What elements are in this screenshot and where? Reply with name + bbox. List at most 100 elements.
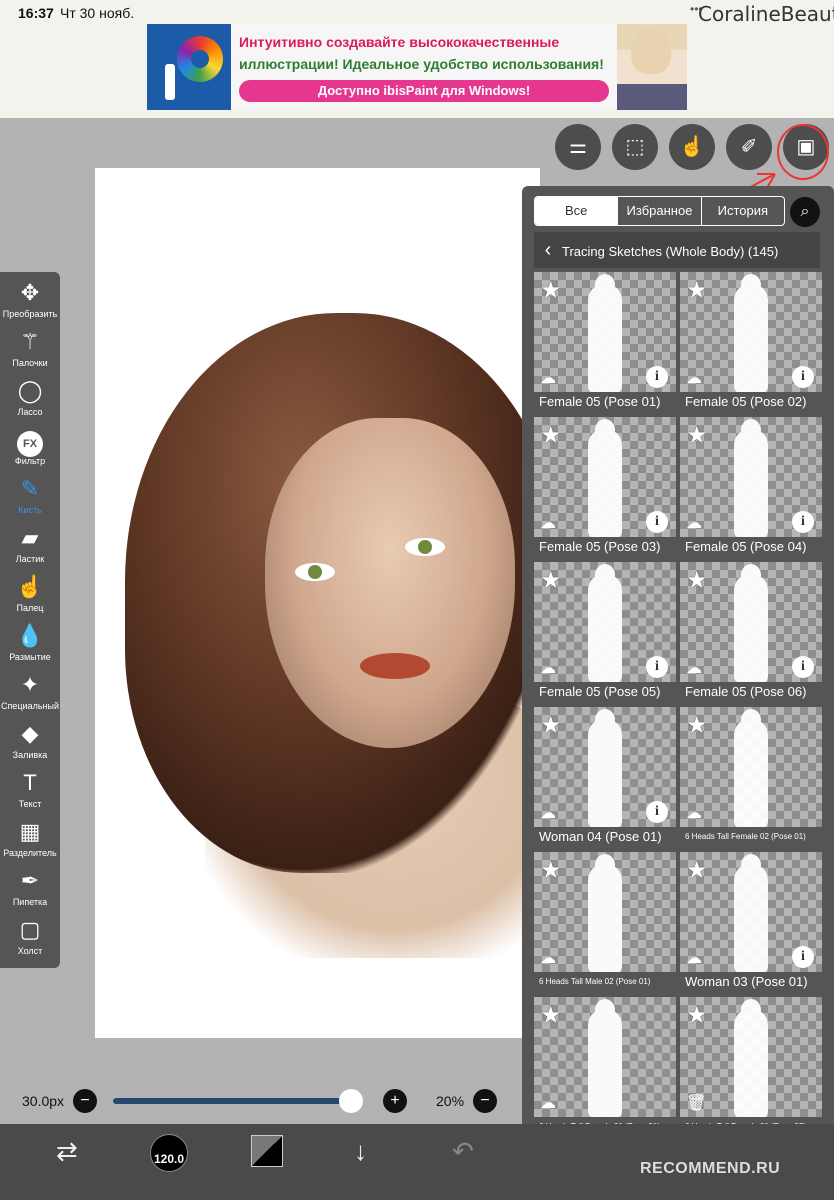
tool-brush[interactable]: ✎ Кисть bbox=[0, 472, 60, 521]
material-item-name: Female 05 (Pose 04) bbox=[680, 537, 822, 557]
pose-figure bbox=[734, 274, 768, 394]
material-item[interactable]: ★ ☁ 6 Heads Tall Female 02 (Pose 01) bbox=[680, 707, 822, 847]
pose-figure bbox=[588, 564, 622, 684]
size-plus-button[interactable]: + bbox=[383, 1089, 407, 1113]
tool-frame-divider[interactable]: ▦ Разделитель bbox=[0, 815, 60, 864]
cloud-download-icon[interactable]: ☁ bbox=[540, 513, 556, 533]
chevron-left-icon[interactable]: ‹ bbox=[534, 232, 562, 268]
material-item[interactable]: ★🗑6 Heads Tall Female 01 (Pose 02) bbox=[680, 997, 822, 1137]
material-item[interactable]: ★ ☁ i Female 05 (Pose 04) bbox=[680, 417, 822, 557]
star-icon[interactable]: ★ bbox=[540, 421, 562, 450]
painting-lips bbox=[360, 653, 430, 679]
tool-canvas[interactable]: ▢ Холст bbox=[0, 913, 60, 962]
star-icon[interactable]: ★ bbox=[540, 276, 562, 305]
undo-icon[interactable]: ↶ bbox=[452, 1136, 474, 1167]
size-minus-button[interactable]: − bbox=[73, 1089, 97, 1113]
material-item[interactable]: ★☁6 Heads Tall Female 01 (Pose 01) bbox=[534, 997, 676, 1137]
info-icon[interactable]: i bbox=[792, 366, 814, 388]
info-icon[interactable]: i bbox=[792, 511, 814, 533]
tab-history[interactable]: История bbox=[700, 197, 784, 225]
tool-smudge[interactable]: ☝ Палец bbox=[0, 570, 60, 619]
move-icon: ✥ bbox=[20, 280, 40, 305]
tool-special[interactable]: ✦ Специальный bbox=[0, 668, 60, 717]
material-item[interactable]: ★ ☁ i Female 05 (Pose 06) bbox=[680, 562, 822, 702]
cloud-download-icon[interactable]: ☁ bbox=[540, 368, 556, 388]
cloud-download-icon[interactable]: ☁ bbox=[686, 948, 702, 968]
info-icon[interactable]: i bbox=[792, 656, 814, 678]
cloud-download-icon[interactable]: ☁ bbox=[686, 658, 702, 678]
toggle-button[interactable]: ⚌ bbox=[555, 124, 601, 170]
pose-figure bbox=[734, 564, 768, 684]
painting-eye-right bbox=[405, 538, 445, 556]
cloud-download-icon[interactable]: ☁ bbox=[686, 368, 702, 388]
breadcrumb[interactable]: ‹ Tracing Sketches (Whole Body) (145) bbox=[534, 232, 820, 268]
star-icon[interactable]: ★ bbox=[540, 566, 562, 595]
info-icon[interactable]: i bbox=[646, 656, 668, 678]
tool-lasso[interactable]: ◯ Лассо bbox=[0, 374, 60, 423]
ad-banner[interactable]: Интуитивно создавайте высококачественные… bbox=[147, 24, 687, 110]
material-item[interactable]: ★ ☁ 6 Heads Tall Male 02 (Pose 01) bbox=[534, 852, 676, 992]
color-swatch-button[interactable] bbox=[251, 1135, 283, 1167]
swap-icon[interactable]: ⇄ bbox=[56, 1136, 78, 1167]
arrow-down-icon[interactable]: ↓ bbox=[354, 1136, 367, 1167]
star-icon[interactable]: ★ bbox=[686, 276, 708, 305]
tool-magic-wand[interactable]: ⚚ Палочки bbox=[0, 325, 60, 374]
search-button[interactable]: ⌕ bbox=[790, 197, 820, 227]
material-item[interactable]: ★ ☁ i Woman 03 (Pose 01) bbox=[680, 852, 822, 992]
star-icon[interactable]: ★ bbox=[686, 711, 708, 740]
star-icon[interactable]: ★ bbox=[540, 856, 562, 885]
selection-button[interactable]: ⬚ bbox=[612, 124, 658, 170]
tool-blur[interactable]: 💧 Размытие bbox=[0, 619, 60, 668]
ruler-icon: ✐ bbox=[740, 136, 758, 158]
tool-filter[interactable]: FX Фильтр bbox=[0, 423, 60, 472]
material-item-name: Female 05 (Pose 05) bbox=[534, 682, 676, 702]
material-item[interactable]: ★ ☁ i Female 05 (Pose 01) bbox=[534, 272, 676, 412]
cloud-download-icon[interactable]: ☁ bbox=[686, 513, 702, 533]
ad-cta-button[interactable]: Доступно ibisPaint для Windows! bbox=[239, 80, 609, 102]
cloud-download-icon[interactable]: ☁ bbox=[540, 658, 556, 678]
cloud-download-icon[interactable]: ☁ bbox=[686, 803, 702, 823]
info-icon[interactable]: i bbox=[792, 946, 814, 968]
source-watermark: RECOMMEND.RU bbox=[640, 1160, 781, 1177]
material-item-name: Female 05 (Pose 03) bbox=[534, 537, 676, 557]
material-item[interactable]: ★ ☁ i Woman 04 (Pose 01) bbox=[534, 707, 676, 847]
star-icon[interactable]: ★ bbox=[686, 856, 708, 885]
tab-all[interactable]: Все bbox=[535, 197, 618, 225]
star-icon[interactable]: ★ bbox=[686, 1001, 708, 1030]
brush-size-thumb[interactable] bbox=[338, 1089, 363, 1113]
touch-button[interactable]: ☝ bbox=[669, 124, 715, 170]
star-icon[interactable]: ★ bbox=[540, 1001, 562, 1030]
tool-transform[interactable]: ✥ Преобразить bbox=[0, 276, 60, 325]
trash-icon[interactable]: 🗑 bbox=[686, 1093, 706, 1113]
status-time: 16:37 bbox=[18, 5, 54, 21]
info-icon[interactable]: i bbox=[646, 366, 668, 388]
tool-eyedropper[interactable]: ✒ Пипетка bbox=[0, 864, 60, 913]
material-item-name: Female 05 (Pose 01) bbox=[534, 392, 676, 412]
cloud-download-icon[interactable]: ☁ bbox=[540, 803, 556, 823]
author-watermark: CoralineBeauty bbox=[698, 2, 834, 26]
brush-size-slider[interactable] bbox=[113, 1098, 363, 1104]
info-icon[interactable]: i bbox=[646, 511, 668, 533]
tool-text[interactable]: T Текст bbox=[0, 766, 60, 815]
breadcrumb-title: Tracing Sketches (Whole Body) (145) bbox=[562, 244, 779, 259]
tab-favorites[interactable]: Избранное bbox=[617, 197, 700, 225]
material-item[interactable]: ★ ☁ i Female 05 (Pose 05) bbox=[534, 562, 676, 702]
material-item[interactable]: ★ ☁ i Female 05 (Pose 02) bbox=[680, 272, 822, 412]
star-icon[interactable]: ★ bbox=[686, 566, 708, 595]
ruler-button[interactable]: ✐ bbox=[726, 124, 772, 170]
pose-figure bbox=[734, 419, 768, 539]
star-icon[interactable]: ★ bbox=[686, 421, 708, 450]
ad-line-2: иллюстрации! Идеальное удобство использо… bbox=[239, 56, 604, 72]
star-icon[interactable]: ★ bbox=[540, 711, 562, 740]
cloud-download-icon[interactable]: ☁ bbox=[540, 948, 556, 968]
drawing-canvas[interactable] bbox=[95, 168, 540, 1038]
opacity-minus-button[interactable]: − bbox=[473, 1089, 497, 1113]
info-icon[interactable]: i bbox=[646, 801, 668, 823]
tool-eraser[interactable]: ▰ Ластик bbox=[0, 521, 60, 570]
tool-fill[interactable]: ◆ Заливка bbox=[0, 717, 60, 766]
pose-figure bbox=[588, 274, 622, 394]
fx-icon: FX bbox=[0, 427, 60, 457]
divider-icon: ▦ bbox=[19, 819, 41, 844]
cloud-download-icon[interactable]: ☁ bbox=[540, 1093, 556, 1113]
material-item[interactable]: ★ ☁ i Female 05 (Pose 03) bbox=[534, 417, 676, 557]
